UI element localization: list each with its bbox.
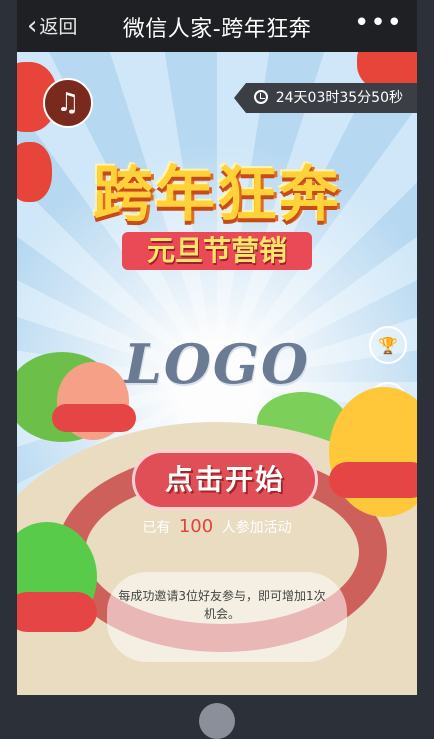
count-suffix: 人参加活动	[221, 520, 292, 536]
phone-home-button[interactable]	[199, 703, 235, 739]
music-toggle-button[interactable]: ♫	[43, 78, 93, 128]
wechat-nav-bar: ‹ 返回 微信人家-跨年狂奔 •••	[17, 0, 417, 52]
green-runner-scarf	[17, 592, 97, 632]
invite-tip-text: 每成功邀请3位好友参与，即可增加1次机会。	[118, 589, 326, 621]
countdown-text: 24天03时35分50秒	[275, 90, 403, 106]
event-banner: 跨年狂奔 元旦节营销	[57, 162, 377, 270]
lantern-decoration	[17, 142, 52, 202]
count-prefix: 已有	[142, 520, 171, 536]
countdown-timer: 24天03时35分50秒	[233, 83, 417, 113]
clock-icon	[253, 90, 268, 104]
more-options-button[interactable]: •••	[354, 8, 403, 38]
start-button[interactable]: 点击开始	[132, 450, 318, 510]
music-note-icon: ♫	[56, 88, 80, 118]
count-number: 100	[178, 516, 214, 537]
pink-runner-scarf	[52, 404, 136, 432]
event-subtitle: 元旦节营销	[122, 232, 312, 270]
game-stage: ♫ 24天03时35分50秒 跨年狂奔 元旦节营销 LOGO 🏆 ⌂ 点击开始 …	[17, 52, 417, 695]
yellow-runner-scarf	[329, 462, 417, 498]
trophy-icon: 🏆	[378, 335, 398, 355]
participant-count: 已有 100 人参加活动	[17, 516, 417, 537]
event-title: 跨年狂奔	[93, 160, 341, 230]
leaderboard-button[interactable]: 🏆	[369, 326, 407, 364]
